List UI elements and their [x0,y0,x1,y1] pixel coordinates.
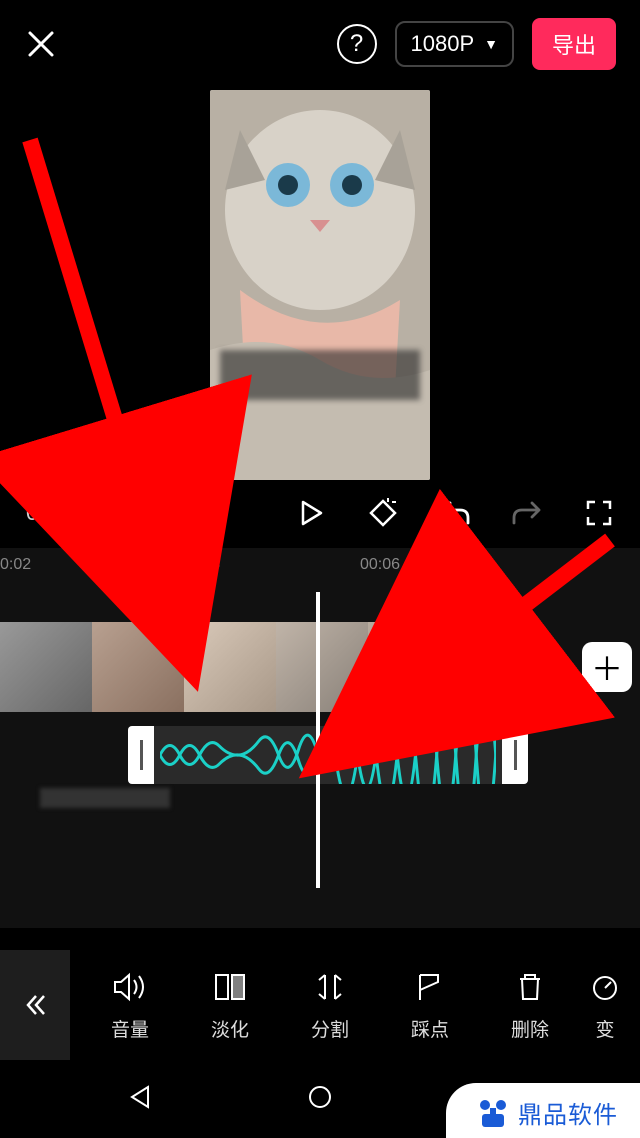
video-preview-area[interactable] [0,88,640,488]
playhead[interactable] [316,592,320,888]
nav-back[interactable] [126,1083,154,1116]
audio-handle-right[interactable] [502,726,528,784]
play-button[interactable] [296,498,326,528]
fade-icon [212,969,248,1005]
tool-speed[interactable]: 变 [580,969,630,1042]
clip-thumb[interactable] [184,622,276,712]
time-ruler: 0:02 00:04 00:06 [0,548,640,578]
tool-fade[interactable]: 淡化 [180,969,280,1042]
audio-track[interactable] [0,726,640,784]
volume-icon [112,969,148,1005]
resolution-value: 1080P [411,31,475,57]
help-button[interactable]: ? [337,24,377,64]
watermark-logo-icon [476,1096,510,1130]
redo-button[interactable] [512,498,542,528]
caption-blur [220,350,420,400]
clip-thumb[interactable] [92,622,184,712]
tool-delete[interactable]: 删除 [480,969,580,1042]
waveform [154,726,502,784]
undo-button[interactable] [440,498,470,528]
video-track[interactable]: ＋ 添加片 ＋ [0,622,640,712]
audio-handle-left[interactable] [128,726,154,784]
question-icon: ? [350,30,363,58]
nav-home[interactable] [306,1083,334,1116]
beat-icon [412,969,448,1005]
clip-thumb[interactable] [276,622,368,712]
clip-thumb[interactable] [368,622,460,712]
resolution-select[interactable]: 1080P ▼ [395,21,514,67]
add-clip-button[interactable]: ＋ 添加片 ＋ [486,642,632,692]
keyframe-button[interactable] [368,498,398,528]
time-display: 00:05 / 0:07 [26,500,142,526]
clip-thumb[interactable] [0,622,92,712]
video-preview [210,90,430,480]
delete-icon [512,969,548,1005]
collapse-button[interactable] [0,950,70,1060]
fullscreen-button[interactable] [584,498,614,528]
tool-split[interactable]: 分割 [280,969,380,1042]
watermark: 鼎品软件 [446,1083,640,1138]
close-button[interactable] [24,27,58,61]
tool-volume[interactable]: 音量 [80,969,180,1042]
plus-icon: ＋ [582,642,632,692]
timeline[interactable]: 0:02 00:04 00:06 ＋ 添加片 ＋ [0,548,640,928]
speed-icon [587,969,623,1005]
audio-clip[interactable] [128,726,528,784]
tool-beat[interactable]: 踩点 [380,969,480,1042]
audio-label-blur [40,788,170,808]
chevron-down-icon: ▼ [484,36,498,52]
export-button[interactable]: 导出 [532,18,616,70]
split-icon [312,969,348,1005]
